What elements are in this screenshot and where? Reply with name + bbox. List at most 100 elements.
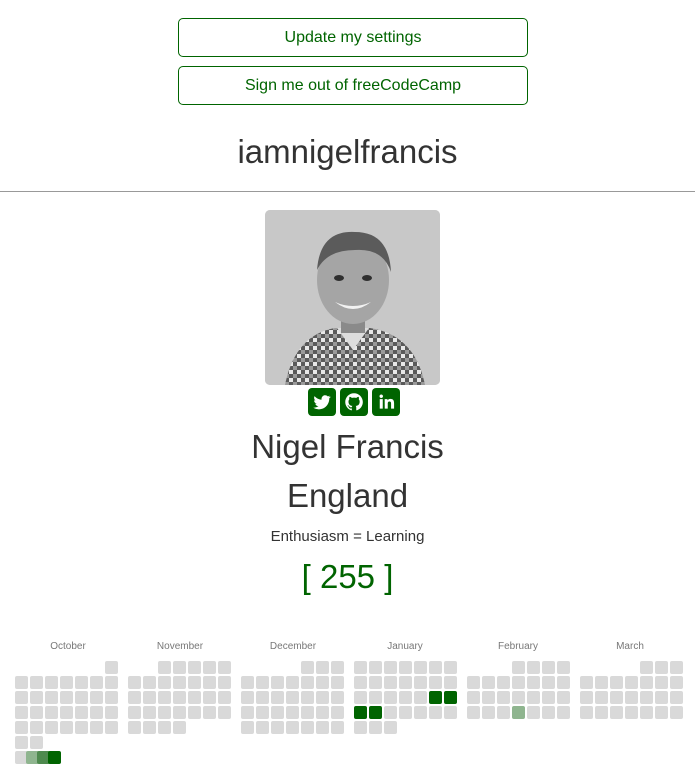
display-name: Nigel Francis	[251, 428, 444, 465]
heatmap-cell	[640, 691, 653, 704]
heatmap-cell	[512, 676, 525, 689]
heatmap-cell	[271, 691, 284, 704]
heatmap-cell	[128, 676, 141, 689]
heatmap-cell	[90, 676, 103, 689]
heatmap-cell	[557, 691, 570, 704]
heatmap-cell	[384, 691, 397, 704]
heatmap-cell	[527, 691, 540, 704]
heatmap-cell	[286, 691, 299, 704]
heatmap-cell	[173, 691, 186, 704]
heatmap-cell	[218, 661, 231, 674]
heatmap-cell	[301, 676, 314, 689]
heatmap-cell	[143, 721, 156, 734]
heatmap-cell	[467, 706, 480, 719]
heatmap-cell	[30, 736, 43, 749]
heatmap-cell	[384, 706, 397, 719]
heatmap-cell	[542, 676, 555, 689]
heatmap-cell	[75, 706, 88, 719]
heatmap-cell	[625, 691, 638, 704]
avatar	[265, 210, 440, 385]
heatmap-cell	[30, 676, 43, 689]
heatmap-cell	[105, 676, 118, 689]
heatmap-cell	[45, 676, 58, 689]
heatmap-cell	[301, 661, 314, 674]
heatmap-cell	[369, 676, 382, 689]
heatmap-cell	[158, 661, 171, 674]
twitter-icon[interactable]	[308, 388, 336, 416]
heatmap-cell	[640, 706, 653, 719]
heatmap-cell	[173, 706, 186, 719]
heatmap-cell	[45, 721, 58, 734]
heatmap-cell	[670, 691, 683, 704]
heatmap-cell	[610, 676, 623, 689]
heatmap-cell	[188, 676, 201, 689]
heatmap-cell	[512, 661, 525, 674]
heatmap-cell	[444, 676, 457, 689]
sign-out-button[interactable]: Sign me out of freeCodeCamp	[178, 66, 528, 105]
heatmap-cell	[655, 661, 668, 674]
heatmap-cell	[331, 721, 344, 734]
heatmap-cell	[512, 691, 525, 704]
heatmap-cell	[45, 691, 58, 704]
heatmap-cell	[497, 706, 510, 719]
heatmap-cell	[331, 661, 344, 674]
heatmap-cell	[542, 691, 555, 704]
heatmap-cell	[301, 691, 314, 704]
month-label-october: October	[50, 641, 86, 652]
heatmap-cell	[60, 721, 73, 734]
heatmap-cell	[15, 706, 28, 719]
heatmap-cell	[610, 691, 623, 704]
points-count: [ 255 ]	[301, 558, 394, 595]
heatmap-cell	[580, 676, 593, 689]
heatmap-cell	[90, 721, 103, 734]
heatmap-cell	[595, 691, 608, 704]
heatmap-cell	[316, 661, 329, 674]
update-settings-button[interactable]: Update my settings	[178, 18, 528, 57]
username-heading: iamnigelfrancis	[237, 133, 458, 170]
heatmap-cell	[497, 691, 510, 704]
heatmap-cell	[542, 706, 555, 719]
heatmap-cell	[75, 676, 88, 689]
heatmap-cell	[354, 661, 367, 674]
heatmap-cell	[557, 676, 570, 689]
heatmap-cell	[399, 691, 412, 704]
heatmap-cell	[105, 721, 118, 734]
heatmap-cell	[158, 721, 171, 734]
heatmap-cell	[60, 706, 73, 719]
heatmap-cell	[271, 706, 284, 719]
heatmap-cell	[143, 676, 156, 689]
heatmap-cell	[128, 691, 141, 704]
heatmap-cell	[399, 661, 412, 674]
heatmap-cell	[655, 706, 668, 719]
heatmap-cell	[670, 676, 683, 689]
heatmap-cell	[45, 706, 58, 719]
heatmap-cell	[316, 691, 329, 704]
heatmap-cell	[444, 706, 457, 719]
heatmap-cell	[158, 691, 171, 704]
heatmap-cell	[203, 691, 216, 704]
heatmap-cell	[444, 691, 457, 704]
linkedin-icon[interactable]	[372, 388, 400, 416]
heatmap-cell	[429, 691, 442, 704]
heatmap-cell	[354, 691, 367, 704]
heatmap-cell	[241, 721, 254, 734]
heatmap-cell	[105, 691, 118, 704]
heatmap-cell	[90, 691, 103, 704]
heatmap-cell	[384, 721, 397, 734]
heatmap-cell	[128, 721, 141, 734]
bio: Enthusiasm = Learning	[270, 528, 425, 545]
heatmap-cell	[256, 721, 269, 734]
heatmap-cell	[256, 691, 269, 704]
heatmap-cell	[241, 706, 254, 719]
heatmap-cell	[497, 676, 510, 689]
heatmap-cell	[331, 691, 344, 704]
heatmap-cell	[482, 691, 495, 704]
heatmap-cell	[256, 676, 269, 689]
github-icon[interactable]	[340, 388, 368, 416]
heatmap-cell	[625, 706, 638, 719]
heatmap-cell	[414, 676, 427, 689]
heatmap-cell	[512, 706, 525, 719]
heatmap-cell	[105, 661, 118, 674]
heatmap-cell	[15, 691, 28, 704]
heatmap-cell	[316, 721, 329, 734]
